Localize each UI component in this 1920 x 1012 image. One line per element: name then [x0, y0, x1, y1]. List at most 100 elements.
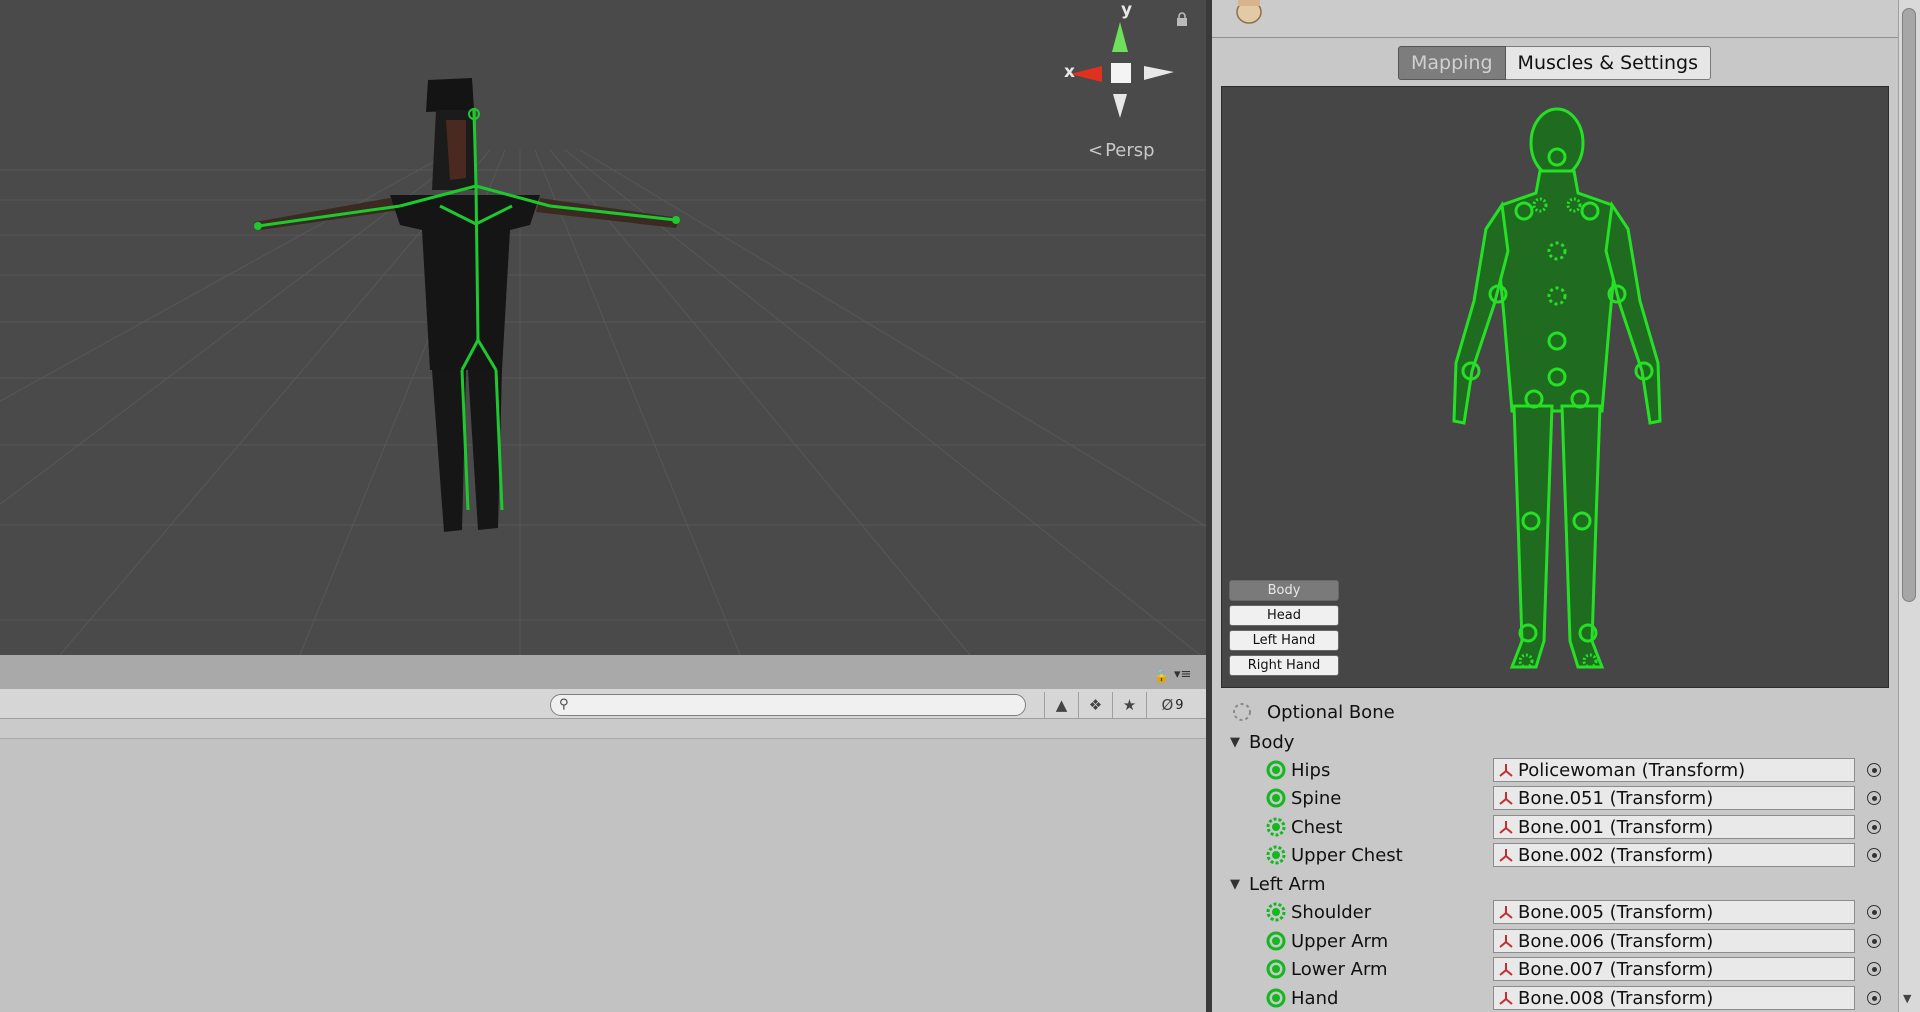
inspector-header — [1212, 0, 1898, 38]
object-picker-icon[interactable] — [1867, 820, 1881, 834]
bone-field-value: Bone.001 (Transform) — [1518, 816, 1714, 838]
bone-mapping-list: Optional Bone ▼ Body Hips Policewoman (T… — [1221, 690, 1889, 1012]
bone-row: Hand Bone.008 (Transform) — [1221, 984, 1889, 1012]
bone-name: Upper Chest — [1291, 844, 1403, 866]
section-body[interactable]: ▼ Body — [1221, 728, 1889, 756]
tab-muscles-settings[interactable]: Muscles & Settings — [1505, 46, 1712, 80]
section-label: Body — [1249, 731, 1295, 753]
bone-row: Upper Chest Bone.002 (Transform) — [1221, 841, 1889, 869]
inspector-scrollbar[interactable]: ▼ — [1898, 0, 1920, 1012]
bone-mapped-icon — [1266, 931, 1286, 951]
bone-name: Chest — [1291, 816, 1343, 838]
scene-view[interactable]: y x < Persp — [0, 0, 1206, 655]
scene-visibility-icon: ▲ — [1055, 696, 1068, 714]
neg-x-axis-cone[interactable] — [1144, 66, 1174, 80]
unity-editor: y x < Persp 🔒 ▾≡ ⚲ ▲ ❖ ★ Ø9 Mapping Musc… — [0, 0, 1920, 1012]
body-part-body-button[interactable]: Body — [1229, 580, 1339, 601]
search-field[interactable]: ⚲ — [550, 694, 1026, 716]
body-part-right-hand-button[interactable]: Right Hand — [1229, 655, 1339, 676]
bone-name: Hips — [1291, 759, 1331, 781]
object-picker-icon[interactable] — [1867, 905, 1881, 919]
eye-hidden-icon: Ø — [1161, 696, 1174, 714]
label-filter-button[interactable]: ❖ — [1078, 692, 1112, 718]
bone-mapped-icon — [1266, 788, 1286, 808]
projection-toggle[interactable]: < Persp — [1088, 140, 1155, 161]
object-picker-icon[interactable] — [1867, 962, 1881, 976]
bone-field-value: Bone.005 (Transform) — [1518, 901, 1714, 923]
bone-field-value: Bone.008 (Transform) — [1518, 987, 1714, 1009]
bone-row: Spine Bone.051 (Transform) — [1221, 784, 1889, 812]
hierarchy-subbar — [0, 719, 1206, 739]
scene-visibility-button[interactable]: ▲ — [1044, 692, 1078, 718]
bone-object-field[interactable]: Bone.008 (Transform) — [1493, 986, 1855, 1010]
menu-icon[interactable]: ▾≡ — [1174, 667, 1191, 682]
bone-field-value: Bone.007 (Transform) — [1518, 958, 1714, 980]
bone-row: Shoulder Bone.005 (Transform) — [1221, 898, 1889, 926]
neg-y-axis-cone[interactable] — [1113, 94, 1127, 118]
bone-mapped-icon — [1266, 760, 1286, 780]
bone-object-field[interactable]: Bone.005 (Transform) — [1493, 900, 1855, 924]
expand-arrow-icon[interactable]: ▼ — [1230, 735, 1240, 750]
scrollbar-thumb[interactable] — [1902, 8, 1916, 602]
transform-icon — [1499, 906, 1513, 919]
transform-icon — [1499, 992, 1513, 1005]
object-picker-icon[interactable] — [1867, 848, 1881, 862]
avatar-tabs: Mapping Muscles & Settings — [1398, 46, 1712, 80]
y-axis-label: y — [1121, 0, 1133, 20]
bone-field-value: Bone.002 (Transform) — [1518, 844, 1714, 866]
object-picker-icon[interactable] — [1867, 791, 1881, 805]
bone-object-field[interactable]: Bone.001 (Transform) — [1493, 815, 1855, 839]
avatar-body-view[interactable]: Body Head Left Hand Right Hand — [1221, 86, 1889, 688]
optional-bone-legend: Optional Bone — [1221, 698, 1889, 726]
panel-tab-bar: 🔒 ▾≡ — [0, 655, 1206, 689]
scroll-down-icon[interactable]: ▼ — [1903, 992, 1911, 1005]
tab-mapping[interactable]: Mapping — [1398, 46, 1506, 80]
bone-name: Spine — [1291, 787, 1342, 809]
bone-name: Hand — [1291, 987, 1339, 1009]
bone-row: Hips Policewoman (Transform) — [1221, 756, 1889, 784]
lock-icon[interactable]: 🔒 — [1154, 669, 1169, 683]
y-axis-cone[interactable] — [1112, 22, 1128, 52]
favorites-button[interactable]: ★ — [1112, 692, 1146, 718]
character-model[interactable] — [240, 70, 700, 550]
gizmo-center[interactable] — [1111, 63, 1131, 83]
bone-row: Lower Arm Bone.007 (Transform) — [1221, 955, 1889, 983]
expand-arrow-icon[interactable]: ▼ — [1230, 877, 1240, 892]
object-picker-icon[interactable] — [1867, 991, 1881, 1005]
bone-field-value: Bone.051 (Transform) — [1518, 787, 1714, 809]
section-left-arm[interactable]: ▼ Left Arm — [1221, 870, 1889, 898]
hidden-objects-button[interactable]: Ø9 — [1146, 692, 1198, 718]
bone-name: Upper Arm — [1291, 930, 1389, 952]
body-part-head-button[interactable]: Head — [1229, 605, 1339, 626]
bone-object-field[interactable]: Bone.051 (Transform) — [1493, 786, 1855, 810]
object-picker-icon[interactable] — [1867, 763, 1881, 777]
bone-name: Lower Arm — [1291, 958, 1388, 980]
hierarchy-toolbar: ⚲ ▲ ❖ ★ Ø9 — [0, 689, 1206, 719]
search-input[interactable] — [577, 696, 1017, 714]
humanoid-body-diagram — [1452, 107, 1662, 669]
search-icon: ⚲ — [559, 697, 569, 712]
bone-mapped-icon — [1266, 959, 1286, 979]
bone-mapped-icon — [1266, 988, 1286, 1008]
optional-bone-label: Optional Bone — [1267, 701, 1395, 723]
bone-optional-mapped-icon — [1266, 845, 1286, 865]
body-part-left-hand-button[interactable]: Left Hand — [1229, 630, 1339, 651]
projection-label: Persp — [1105, 140, 1155, 161]
lock-icon[interactable] — [1176, 12, 1188, 26]
bone-object-field[interactable]: Bone.007 (Transform) — [1493, 957, 1855, 981]
bone-object-field[interactable]: Bone.006 (Transform) — [1493, 929, 1855, 953]
transform-icon — [1499, 821, 1513, 834]
optional-bone-icon — [1233, 703, 1251, 721]
transform-icon — [1499, 935, 1513, 948]
object-picker-icon[interactable] — [1867, 934, 1881, 948]
bone-object-field[interactable]: Bone.002 (Transform) — [1493, 843, 1855, 867]
avatar-head-icon — [1236, 0, 1262, 24]
perspective-icon: < — [1088, 140, 1104, 161]
label-icon: ❖ — [1088, 696, 1103, 714]
x-axis-label: x — [1064, 62, 1075, 82]
transform-icon — [1499, 963, 1513, 976]
bone-optional-mapped-icon — [1266, 817, 1286, 837]
bone-object-field[interactable]: Policewoman (Transform) — [1493, 758, 1855, 782]
bone-optional-mapped-icon — [1266, 902, 1286, 922]
star-icon: ★ — [1122, 696, 1137, 714]
